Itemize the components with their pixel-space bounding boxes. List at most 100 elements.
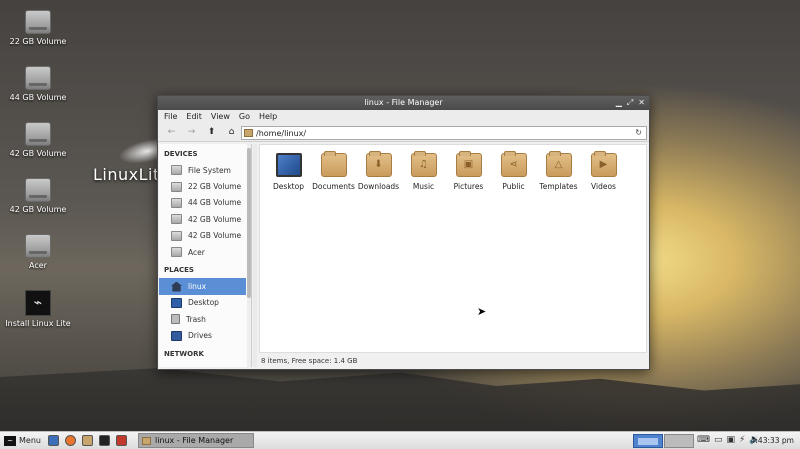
menu-file[interactable]: File xyxy=(164,112,177,121)
sidebar-item-42gb-volume-2[interactable]: 42 GB Volume xyxy=(159,228,246,244)
start-menu-button[interactable]: ~ Menu xyxy=(0,432,45,449)
sidebar-item-desktop[interactable]: Desktop xyxy=(159,295,246,311)
file-item-music[interactable]: ♫ Music xyxy=(401,151,446,191)
close-icon[interactable]: ✕ xyxy=(638,96,645,110)
maximize-icon[interactable]: ⤢ xyxy=(627,96,633,110)
desktop-icon-42gb-volume[interactable]: 42 GB Volume xyxy=(0,122,76,158)
file-item-label: Music xyxy=(412,182,435,191)
desktop-icon xyxy=(171,297,182,308)
file-item-label: Videos xyxy=(591,182,616,191)
workspace-2[interactable] xyxy=(664,434,694,448)
pictures-folder-icon: ▣ xyxy=(455,151,482,177)
status-bar: 8 items, Free space: 1.4 GB xyxy=(261,357,358,365)
file-view[interactable]: Desktop Documents ⬇ Downloads ♫ Music ▣ Pic… xyxy=(259,144,647,353)
drive-icon xyxy=(25,10,51,34)
start-menu-label: Menu xyxy=(19,436,41,445)
file-item-videos[interactable]: ▶ Videos xyxy=(581,151,626,191)
folder-icon xyxy=(141,436,151,445)
sidebar-item-linux[interactable]: linux xyxy=(159,278,246,295)
workspace-1[interactable] xyxy=(633,434,663,448)
desktop-icon-44gb-volume[interactable]: 44 GB Volume xyxy=(0,66,76,102)
terminal-icon[interactable] xyxy=(98,435,110,446)
file-item-label: Documents xyxy=(312,182,355,191)
downloads-folder-icon: ⬇ xyxy=(365,151,392,177)
sidebar-heading-places: PLACES xyxy=(164,266,194,275)
workspace-switcher xyxy=(633,434,694,448)
sidebar-item-label: 44 GB Volume xyxy=(188,198,242,208)
sidebar-item-label: Acer xyxy=(188,247,205,257)
window-titlebar[interactable]: linux - File Manager ▁ ⤢ ✕ xyxy=(158,96,649,110)
sidebar-item-label: 42 GB Volume xyxy=(188,231,242,241)
file-item-public[interactable]: ⋖ Public xyxy=(491,151,536,191)
desktop-icon-label: 22 GB Volume xyxy=(9,37,67,46)
file-item-label: Pictures xyxy=(453,182,484,191)
taskbar-window-button[interactable]: linux - File Manager xyxy=(137,433,254,448)
mouse-pointer-icon: ➤ xyxy=(477,305,487,318)
file-item-downloads[interactable]: ⬇ Downloads xyxy=(356,151,401,191)
keyboard-icon[interactable]: ⌨ xyxy=(697,435,710,445)
sidebar-scrollbar[interactable] xyxy=(247,144,251,367)
sidebar-item-trash[interactable]: Trash xyxy=(159,311,246,327)
file-manager-icon[interactable] xyxy=(81,435,93,446)
sidebar-item-label: 42 GB Volume xyxy=(188,214,242,224)
file-item-label: Downloads xyxy=(357,182,400,191)
back-icon[interactable]: ← xyxy=(166,127,177,137)
forward-icon[interactable]: → xyxy=(186,127,197,137)
app-launcher-icon[interactable] xyxy=(115,435,127,446)
desktop-icon-install-linux-lite[interactable]: ⌁ Install Linux Lite xyxy=(0,290,76,328)
minimize-icon[interactable]: ▁ xyxy=(616,96,622,110)
sidebar-item-label: 22 GB Volume xyxy=(188,182,242,192)
clock[interactable]: 4:43:33 pm xyxy=(751,436,794,445)
drive-icon xyxy=(171,247,182,258)
file-item-templates[interactable]: △ Templates xyxy=(536,151,581,191)
sidebar-item-42gb-volume[interactable]: 42 GB Volume xyxy=(159,211,246,227)
sidebar-item-label: File System xyxy=(188,165,231,175)
menu-go[interactable]: Go xyxy=(239,112,250,121)
sidebar-item-44gb-volume[interactable]: 44 GB Volume xyxy=(159,195,246,211)
sidebar-item-label: linux xyxy=(188,282,207,292)
taskbar-window-label: linux - File Manager xyxy=(154,436,234,445)
network-icon[interactable]: ⚡ xyxy=(739,435,745,445)
videos-folder-icon: ▶ xyxy=(590,151,617,177)
sidebar-item-drives[interactable]: Drives xyxy=(159,328,246,344)
home-icon xyxy=(171,281,182,292)
file-item-label: Templates xyxy=(539,182,578,191)
folder-icon xyxy=(244,129,253,137)
menu-bar: File Edit View Go Help xyxy=(158,110,649,122)
parent-folder-icon[interactable]: ⬆ xyxy=(206,127,217,137)
reload-icon[interactable]: ↻ xyxy=(635,128,642,137)
sidebar-heading-devices: DEVICES xyxy=(164,150,198,158)
desktop-icon-acer[interactable]: Acer xyxy=(0,234,76,270)
desktop-icon-42gb-volume-2[interactable]: 42 GB Volume xyxy=(0,178,76,214)
trash-icon xyxy=(171,314,180,325)
file-item-pictures[interactable]: ▣ Pictures xyxy=(446,151,491,191)
documents-folder-icon xyxy=(320,151,347,177)
desktop-icon-label: 42 GB Volume xyxy=(9,205,67,214)
sidebar-item-22gb-volume[interactable]: 22 GB Volume xyxy=(159,178,246,194)
pane-splitter[interactable] xyxy=(253,144,257,367)
sidebar-scroll-thumb[interactable] xyxy=(247,148,251,298)
home-icon[interactable]: ⌂ xyxy=(226,127,237,137)
desktop-icon-22gb-volume[interactable]: 22 GB Volume xyxy=(0,10,76,46)
file-item-documents[interactable]: Documents xyxy=(311,151,356,191)
sidebar-item-acer[interactable]: Acer xyxy=(159,244,246,260)
battery-icon[interactable]: ▭ xyxy=(714,435,723,445)
file-item-desktop[interactable]: Desktop xyxy=(266,153,311,191)
file-item-label: Public xyxy=(502,182,525,191)
desktop-icon-label: Install Linux Lite xyxy=(5,319,71,328)
installer-icon: ⌁ xyxy=(25,290,51,316)
menu-edit[interactable]: Edit xyxy=(186,112,202,121)
sidebar-item-label: Trash xyxy=(186,314,206,324)
public-folder-icon: ⋖ xyxy=(500,151,527,177)
menu-view[interactable]: View xyxy=(211,112,230,121)
display-icon[interactable]: ▣ xyxy=(727,435,736,445)
file-manager-window: linux - File Manager ▁ ⤢ ✕ File Edit Vie… xyxy=(157,95,650,370)
show-desktop-icon[interactable] xyxy=(47,435,59,446)
location-bar[interactable]: /home/linux/ ↻ xyxy=(241,126,647,140)
menu-help[interactable]: Help xyxy=(259,112,277,121)
music-folder-icon: ♫ xyxy=(410,151,437,177)
sidebar-item-file-system[interactable]: File System xyxy=(159,162,246,178)
firefox-icon[interactable] xyxy=(64,435,76,446)
drive-icon xyxy=(171,197,182,208)
desktop-folder-icon xyxy=(275,153,302,177)
